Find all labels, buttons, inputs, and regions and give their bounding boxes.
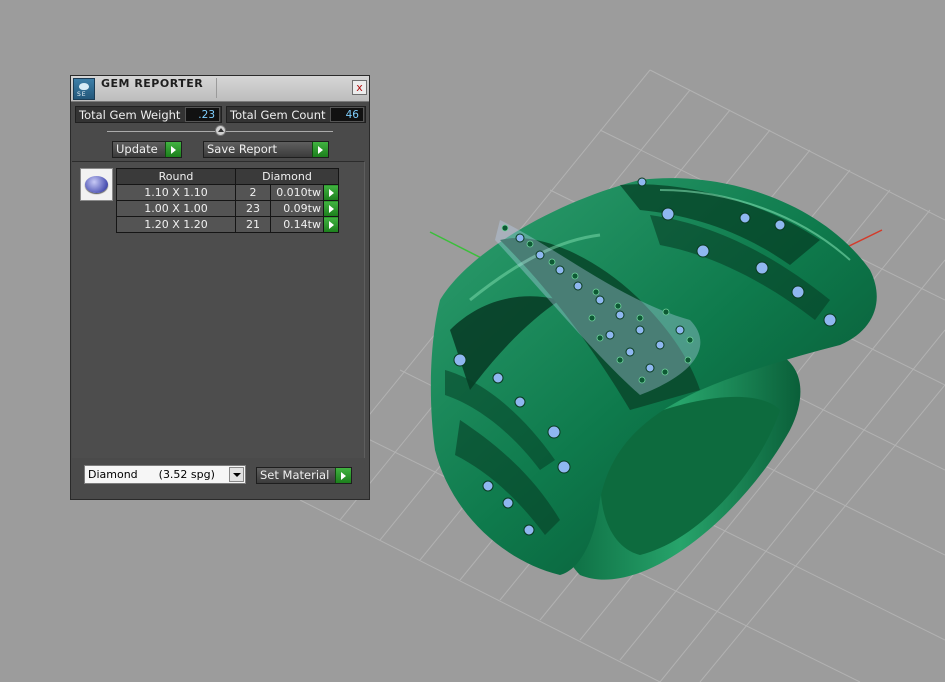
panel-title: GEM REPORTER [101,77,204,90]
panel-splitter-handle[interactable] [215,125,226,136]
titlebar-divider [216,78,217,98]
play-arrow-icon [335,468,351,483]
material-dropdown-value: Diamond (3.52 spg) [88,468,215,481]
set-material-button-label: Set Material [260,468,330,482]
table-row: 1.00 X 1.00 23 0.09tw [116,200,339,217]
gem-size: 1.20 X 1.20 [116,216,236,233]
panel-titlebar[interactable]: GEM REPORTER x [71,76,369,102]
chevron-down-icon[interactable] [229,467,244,482]
save-report-button[interactable]: Save Report [203,141,329,158]
ring-model[interactable] [430,177,877,580]
update-button[interactable]: Update [112,141,182,158]
gem-count: 21 [235,216,271,233]
gem-reporter-panel: GEM REPORTER x Total Gem Weight .23 Tota… [70,75,370,500]
gem-count: 23 [235,200,271,217]
gem-reporter-app-icon [73,78,95,100]
set-material-button[interactable]: Set Material [256,467,352,484]
material-header: Diamond [235,168,339,185]
save-report-button-label: Save Report [207,142,278,156]
shape-header: Round [116,168,236,185]
gem-weight: 0.010tw [270,184,324,201]
material-dropdown[interactable]: Diamond (3.52 spg) [84,465,246,484]
gem-size: 1.00 X 1.00 [116,200,236,217]
round-gem-icon[interactable] [80,168,113,201]
gem-weight: 0.14tw [270,216,324,233]
gem-size: 1.10 X 1.10 [116,184,236,201]
gem-count: 2 [235,184,271,201]
total-gem-count-value: 46 [330,107,364,122]
select-row-arrow-icon[interactable] [323,184,339,201]
update-button-label: Update [116,142,158,156]
select-row-arrow-icon[interactable] [323,216,339,233]
gem-table-header: Round Diamond [116,168,339,185]
select-row-arrow-icon[interactable] [323,200,339,217]
table-row: 1.10 X 1.10 2 0.010tw [116,184,339,201]
play-arrow-icon [312,142,328,157]
play-arrow-icon [165,142,181,157]
close-button[interactable]: x [352,80,367,95]
table-row: 1.20 X 1.20 21 0.14tw [116,216,339,233]
total-gem-weight-value: .23 [185,107,220,122]
gem-weight: 0.09tw [270,200,324,217]
gem-table: Round Diamond 1.10 X 1.10 2 0.010tw 1.00… [116,168,339,233]
